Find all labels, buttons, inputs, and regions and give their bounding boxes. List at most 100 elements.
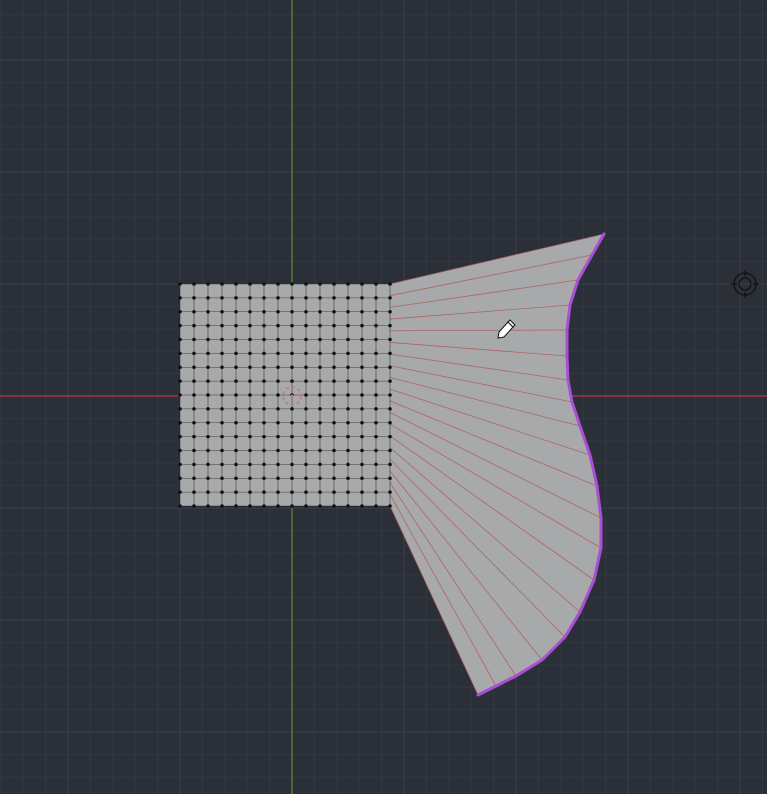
- mesh-vertex[interactable]: [192, 309, 196, 314]
- mesh-vertex[interactable]: [388, 282, 392, 286]
- mesh-vertex[interactable]: [178, 309, 182, 314]
- mesh-vertex[interactable]: [248, 448, 252, 453]
- mesh-vertex[interactable]: [262, 420, 266, 425]
- mesh-vertex[interactable]: [220, 504, 224, 508]
- mesh-vertex[interactable]: [304, 407, 308, 411]
- mesh-vertex[interactable]: [360, 504, 364, 508]
- mesh-vertex[interactable]: [220, 462, 224, 467]
- mesh-vertex[interactable]: [290, 504, 294, 508]
- mesh-vertex[interactable]: [206, 351, 210, 356]
- mesh-vertex[interactable]: [192, 337, 196, 342]
- mesh-vertex[interactable]: [206, 296, 210, 300]
- mesh-vertex[interactable]: [220, 323, 224, 328]
- mesh-vertex[interactable]: [248, 351, 252, 356]
- mesh-vertex[interactable]: [248, 309, 252, 314]
- 3d-viewport[interactable]: [0, 0, 767, 794]
- mesh-vertex[interactable]: [192, 448, 196, 453]
- mesh-vertex[interactable]: [318, 504, 322, 508]
- mesh-vertex[interactable]: [234, 434, 238, 439]
- mesh-vertex[interactable]: [262, 476, 266, 481]
- mesh-vertex[interactable]: [178, 407, 182, 411]
- mesh-vertex[interactable]: [276, 462, 280, 467]
- mesh-vertex[interactable]: [374, 462, 378, 467]
- mesh-vertex[interactable]: [318, 296, 322, 300]
- mesh-vertex[interactable]: [276, 379, 280, 383]
- mesh-vertex[interactable]: [192, 407, 196, 411]
- mesh-vertex[interactable]: [346, 323, 350, 328]
- mesh-vertex[interactable]: [192, 462, 196, 467]
- mesh-vertex[interactable]: [304, 337, 308, 342]
- mesh-vertex[interactable]: [220, 309, 224, 314]
- mesh-vertex[interactable]: [178, 296, 182, 300]
- mesh-vertex[interactable]: [304, 434, 308, 439]
- mesh-vertex[interactable]: [360, 448, 364, 453]
- mesh-vertex[interactable]: [374, 393, 378, 397]
- mesh-vertex[interactable]: [178, 323, 182, 328]
- mesh-vertex[interactable]: [332, 476, 336, 481]
- mesh-vertex[interactable]: [304, 296, 308, 300]
- mesh-vertex[interactable]: [192, 420, 196, 425]
- mesh-vertex[interactable]: [248, 393, 252, 397]
- mesh-vertex[interactable]: [360, 420, 364, 425]
- mesh-vertex[interactable]: [374, 476, 378, 481]
- mesh-vertex[interactable]: [290, 434, 294, 439]
- mesh-vertex[interactable]: [276, 490, 280, 494]
- mesh-vertex[interactable]: [360, 407, 364, 411]
- mesh-vertex[interactable]: [206, 309, 210, 314]
- mesh-vertex[interactable]: [234, 407, 238, 411]
- mesh-vertex[interactable]: [234, 490, 238, 494]
- mesh-vertex[interactable]: [234, 337, 238, 342]
- mesh-vertex[interactable]: [304, 282, 308, 286]
- mesh-vertex[interactable]: [346, 296, 350, 300]
- mesh-vertex[interactable]: [318, 448, 322, 453]
- mesh-vertex[interactable]: [234, 448, 238, 453]
- mesh-vertex[interactable]: [290, 476, 294, 481]
- mesh-vertex[interactable]: [374, 323, 378, 328]
- mesh-vertex[interactable]: [248, 379, 252, 383]
- mesh-vertex[interactable]: [318, 282, 322, 286]
- mesh-vertex[interactable]: [290, 351, 294, 356]
- mesh-vertex[interactable]: [192, 490, 196, 494]
- mesh-vertex[interactable]: [178, 504, 182, 508]
- mesh-vertex[interactable]: [346, 393, 350, 397]
- mesh-vertex[interactable]: [276, 420, 280, 425]
- mesh-vertex[interactable]: [192, 351, 196, 356]
- mesh-vertex[interactable]: [192, 393, 196, 397]
- mesh-vertex[interactable]: [262, 393, 266, 397]
- mesh-vertex[interactable]: [234, 393, 238, 397]
- mesh-vertex[interactable]: [332, 434, 336, 439]
- mesh-vertex[interactable]: [290, 296, 294, 300]
- mesh-vertex[interactable]: [360, 393, 364, 397]
- mesh-vertex[interactable]: [276, 282, 280, 286]
- mesh-vertex[interactable]: [220, 434, 224, 439]
- mesh-vertex[interactable]: [262, 282, 266, 286]
- mesh-vertex[interactable]: [332, 420, 336, 425]
- mesh-vertex[interactable]: [388, 448, 392, 453]
- mesh-vertex[interactable]: [262, 379, 266, 383]
- mesh-vertex[interactable]: [276, 476, 280, 481]
- mesh-vertex[interactable]: [234, 504, 238, 508]
- mesh-vertex[interactable]: [360, 323, 364, 328]
- mesh-vertex[interactable]: [192, 434, 196, 439]
- mesh-vertex[interactable]: [360, 282, 364, 286]
- mesh-vertex[interactable]: [248, 504, 252, 508]
- mesh-vertex[interactable]: [192, 323, 196, 328]
- mesh-vertex[interactable]: [234, 476, 238, 481]
- mesh-vertex[interactable]: [346, 351, 350, 356]
- mesh-vertex[interactable]: [192, 365, 196, 370]
- mesh-vertex[interactable]: [248, 462, 252, 467]
- mesh-vertex[interactable]: [290, 337, 294, 342]
- mesh-vertex[interactable]: [234, 379, 238, 383]
- mesh-vertex[interactable]: [234, 420, 238, 425]
- mesh-vertex[interactable]: [346, 476, 350, 481]
- mesh-vertex[interactable]: [178, 448, 182, 453]
- mesh-vertex[interactable]: [318, 462, 322, 467]
- mesh-vertex[interactable]: [388, 379, 392, 383]
- mesh-vertex[interactable]: [262, 309, 266, 314]
- mesh-vertex[interactable]: [374, 351, 378, 356]
- mesh-vertex[interactable]: [234, 296, 238, 300]
- mesh-vertex[interactable]: [178, 337, 182, 342]
- mesh-vertex[interactable]: [332, 448, 336, 453]
- mesh-vertex[interactable]: [360, 309, 364, 314]
- mesh-vertex[interactable]: [234, 309, 238, 314]
